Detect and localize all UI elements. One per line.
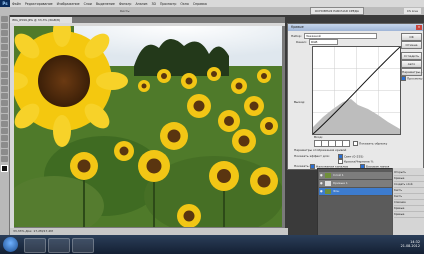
eyedropper-white-icon[interactable]	[342, 140, 350, 147]
menu-layers[interactable]: Слои	[82, 2, 94, 6]
clock-date: 21.08.2012	[400, 244, 420, 248]
type-tool-icon[interactable]	[1, 121, 8, 127]
close-icon[interactable]: ✕	[416, 25, 422, 30]
dodge-tool-icon[interactable]	[1, 107, 8, 113]
layer-name: Слой 1	[333, 173, 344, 177]
eye-icon[interactable]: ●	[320, 180, 323, 187]
quick-select-tool-icon[interactable]	[1, 37, 8, 43]
gradient-tool-icon[interactable]	[1, 93, 8, 99]
history-panel: Открыть Кривые Создать слой Кисть Кисть …	[392, 168, 424, 235]
preview-label: Просмотр	[406, 76, 423, 81]
ok-button[interactable]: OK	[401, 33, 422, 41]
blur-tool-icon[interactable]	[1, 100, 8, 106]
layer-row-selected[interactable]: ● Фон	[319, 188, 402, 196]
curves-graph[interactable]	[312, 46, 401, 135]
channel-overlays-checkbox[interactable]	[310, 164, 315, 169]
show-label: Показать:	[294, 164, 310, 168]
eye-icon[interactable]: ●	[320, 188, 323, 195]
3d-rotate-tool-icon[interactable]	[1, 142, 8, 148]
preview-option[interactable]: Просмотр	[401, 76, 422, 81]
eye-icon[interactable]: ●	[320, 172, 323, 179]
curves-dialog: Кривые ✕ Набор: Заказной Канал: RGB Выхо…	[287, 23, 424, 170]
light-label: Свет (0-255)	[343, 154, 364, 159]
cancel-button[interactable]: Отмена	[401, 41, 422, 49]
layer-name: Кривые 1	[333, 181, 348, 185]
history-brush-tool-icon[interactable]	[1, 79, 8, 85]
taskbar-app-photoshop[interactable]	[72, 238, 94, 253]
zoom-tool-icon[interactable]	[1, 156, 8, 162]
marquee-tool-icon[interactable]	[1, 23, 8, 29]
curves-dialog-title[interactable]: Кривые	[288, 24, 423, 31]
path-select-tool-icon[interactable]	[1, 128, 8, 134]
eyedropper-tool-icon[interactable]	[1, 51, 8, 57]
layer-thumbnail	[325, 172, 331, 178]
photoshop-logo: Ps	[0, 0, 10, 7]
eraser-tool-icon[interactable]	[1, 86, 8, 92]
preview-checkbox[interactable]	[401, 76, 406, 81]
sunflower-field-image	[14, 26, 282, 227]
menu-edit[interactable]: Редактирование	[23, 2, 55, 6]
taskbar-clock[interactable]: 14:32 21.08.2012	[401, 240, 420, 248]
lasso-tool-icon[interactable]	[1, 30, 8, 36]
channel-select[interactable]: RGB	[309, 39, 338, 45]
healing-tool-icon[interactable]	[1, 58, 8, 64]
input-label: Вход:	[314, 135, 323, 139]
show-clipping-option[interactable]: Показать обрезку	[353, 141, 387, 146]
crop-tool-icon[interactable]	[1, 44, 8, 50]
layer-thumbnail	[325, 188, 331, 194]
options-hint: Кисть:	[120, 9, 131, 13]
pen-tool-icon[interactable]	[1, 114, 8, 120]
output-label: Выход:	[294, 100, 306, 104]
stamp-tool-icon[interactable]	[1, 72, 8, 78]
pigment-label: Краска/Чернила %	[343, 159, 374, 164]
menu-3d[interactable]: 3D	[150, 2, 158, 6]
curves-graph-canvas	[312, 46, 401, 135]
menu-file[interactable]: Файл	[10, 2, 23, 6]
menu-view[interactable]: Просмотр	[158, 2, 178, 6]
channel-label: Канал:	[296, 40, 307, 44]
cs-live-button[interactable]: CS Live	[403, 8, 421, 14]
workspace-switcher[interactable]: ОСНОВНАЯ РАБОЧАЯ СРЕДА	[309, 7, 364, 15]
smooth-button[interactable]: Сгладить	[401, 52, 422, 60]
move-tool-icon[interactable]	[1, 16, 8, 22]
tools-panel	[0, 15, 10, 235]
start-button[interactable]	[3, 237, 18, 252]
menu-help[interactable]: Справка	[191, 2, 209, 6]
shape-tool-icon[interactable]	[1, 135, 8, 141]
show-clipping-checkbox[interactable]	[353, 141, 358, 146]
menu-analysis[interactable]: Анализ	[133, 2, 149, 6]
auto-button[interactable]: Авто	[401, 60, 422, 68]
display-options-toggle[interactable]: Параметры отображения кривой	[294, 148, 346, 152]
menu-select[interactable]: Выделение	[94, 2, 117, 6]
layer-row[interactable]: ● Кривые 1	[319, 180, 402, 188]
sunflower-photo[interactable]	[14, 26, 282, 227]
menu-filter[interactable]: Фильтр	[117, 2, 134, 6]
layer-name: Фон	[333, 189, 340, 193]
document-status-bar: 33,33% Док: 17,2M/17,2M	[10, 228, 288, 235]
layers-panel: ● Слой 1 ● Кривые 1 ● Фон	[317, 168, 404, 237]
menu-bar: Ps Файл Редактирование Изображение Слои …	[0, 0, 424, 7]
history-item[interactable]: Кривые	[394, 212, 424, 218]
show-amount-label: Показать эффект для:	[294, 154, 330, 158]
hand-tool-icon[interactable]	[1, 149, 8, 155]
menu-window[interactable]: Окно	[178, 2, 190, 6]
menu-image[interactable]: Изображение	[55, 2, 82, 6]
layer-thumbnail	[325, 180, 331, 186]
options-button[interactable]: Параметры...	[401, 68, 423, 76]
color-swatches[interactable]	[1, 165, 10, 174]
taskbar-app-explorer[interactable]	[24, 238, 46, 253]
show-clipping-label: Показать обрезку	[358, 141, 388, 146]
brush-tool-icon[interactable]	[1, 65, 8, 71]
taskbar-app-browser[interactable]	[48, 238, 70, 253]
preset-label: Набор:	[291, 34, 302, 38]
foreground-color-swatch[interactable]	[1, 165, 8, 172]
options-bar: Кисть: ОСНОВНАЯ РАБОЧАЯ СРЕДА CS Live	[0, 7, 424, 15]
layer-row[interactable]: ● Слой 1	[319, 172, 402, 180]
